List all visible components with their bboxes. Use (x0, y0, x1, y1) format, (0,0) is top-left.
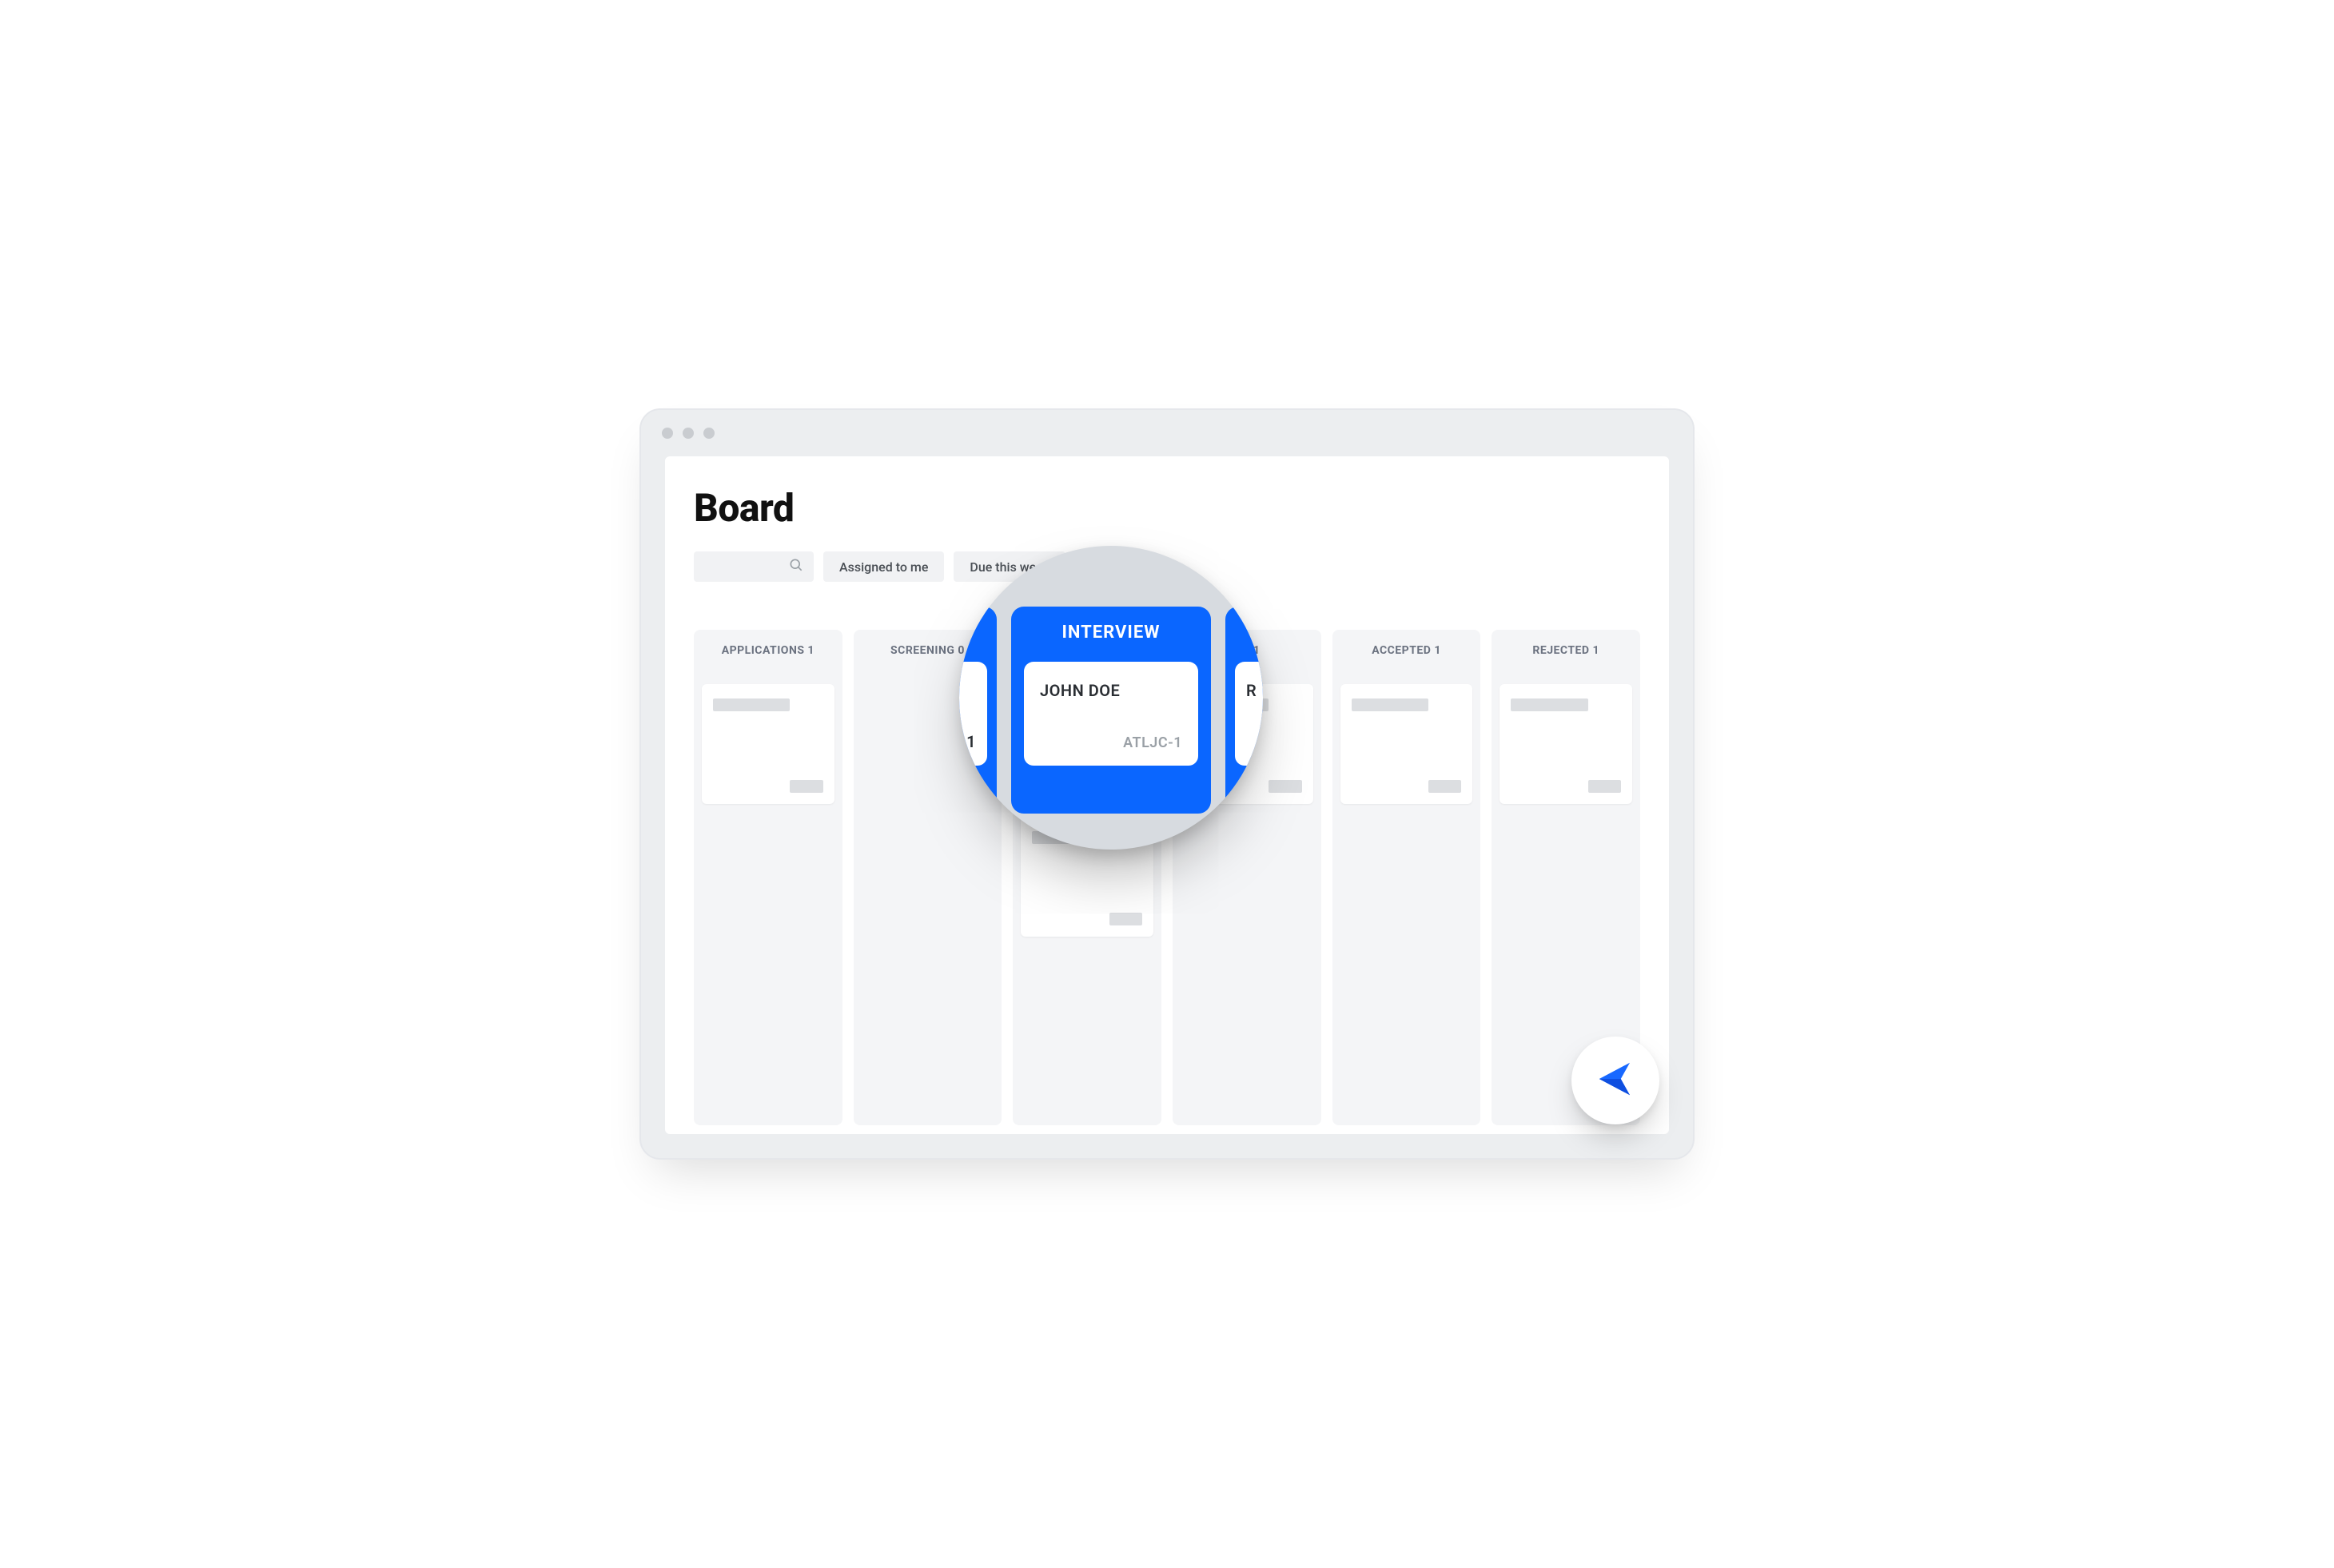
window-control-dot[interactable] (683, 428, 694, 439)
send-fab[interactable] (1571, 1037, 1659, 1124)
placeholder-line (713, 698, 790, 711)
column-header: REJECTED 1 (1500, 644, 1632, 657)
magnified-fragment-text: R (1246, 681, 1261, 700)
magnified-column-header: INTERVIEW (1024, 623, 1198, 643)
filter-assigned-to-me[interactable]: Assigned to me (823, 551, 944, 582)
magnified-card[interactable]: JOHN DOE ATLJC-1 (1024, 662, 1198, 766)
placeholder-line (790, 780, 822, 793)
magnified-card-code: ATLJC-1 (1123, 734, 1182, 751)
placeholder-line (1109, 913, 1142, 925)
magnified-column-interview: INTERVIEW JOHN DOE ATLJC-1 (1011, 607, 1211, 814)
column-header: ACCEPTED 1 (1340, 644, 1473, 657)
window-control-dot[interactable] (662, 428, 673, 439)
search-icon (788, 557, 804, 576)
search-input[interactable] (694, 551, 814, 582)
magnified-fragment-text: 1 (966, 732, 976, 751)
filter-label: Assigned to me (839, 559, 928, 575)
placeholder-line (1269, 780, 1301, 793)
magnified-card-name: JOHN DOE (1040, 681, 1182, 700)
card[interactable] (1500, 684, 1632, 804)
column-accepted[interactable]: ACCEPTED 1 (1332, 630, 1481, 1125)
column-header: APPLICATIONS 1 (702, 644, 834, 657)
placeholder-line (1428, 780, 1461, 793)
magnified-column-fragment-left: . 1 (959, 607, 997, 814)
column-applications[interactable]: APPLICATIONS 1 (694, 630, 842, 1125)
card[interactable] (1340, 684, 1473, 804)
window-control-dot[interactable] (703, 428, 715, 439)
card[interactable] (702, 684, 834, 804)
placeholder-line (1588, 780, 1621, 793)
window-titlebar (641, 410, 1693, 456)
placeholder-line (1352, 698, 1428, 711)
magnifier-overlay: . 1 INTERVIEW JOHN DOE ATLJC-1 . R (959, 546, 1263, 850)
magnified-column-fragment-right: . R (1225, 607, 1263, 814)
magnified-card-fragment: 1 (959, 662, 987, 766)
send-icon (1594, 1057, 1637, 1104)
placeholder-line (1511, 698, 1587, 711)
magnified-card-fragment: R (1235, 662, 1263, 766)
page-title: Board (694, 485, 1640, 531)
